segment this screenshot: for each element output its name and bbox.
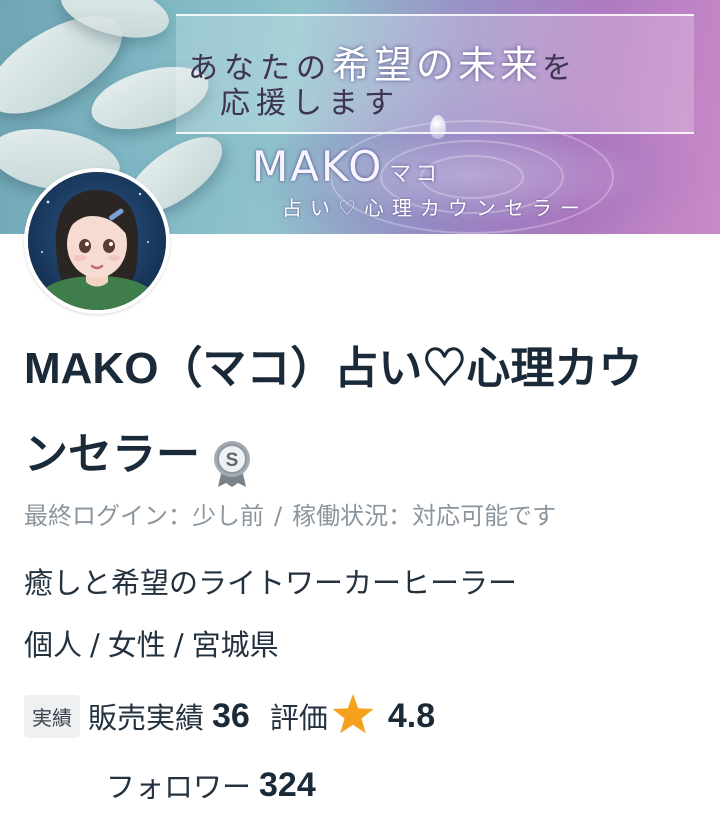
silver-rank-icon: S [214, 441, 250, 488]
avatar-illustration [28, 172, 166, 310]
sales-count: 36 [212, 696, 250, 735]
badge-letter: S [226, 450, 239, 471]
banner-brand: MAKO マコ [252, 142, 442, 191]
prefecture: 宮城県 [191, 628, 279, 662]
avatar[interactable] [24, 168, 170, 314]
separator: / [90, 628, 100, 662]
seller-rank-badge[interactable]: S [210, 432, 254, 488]
profile-name-text: MAKO（マコ）占い♡心理カウンセラー [24, 344, 643, 479]
login-status-line: 最終ログイン：少し前 / 稼働状況：対応可能です [24, 496, 556, 531]
followers-label: フォロワー [106, 770, 252, 804]
rating-value: 4.8 [387, 696, 436, 735]
sales-label: 販売実績 [88, 701, 205, 735]
star-icon [332, 694, 374, 738]
catchphrase: 癒しと希望のライトワーカーヒーラー [24, 566, 518, 600]
last-login: 最終ログイン：少し前 [24, 502, 264, 530]
separator: / [274, 502, 283, 530]
banner-subtitle: 占い♡心理カウンセラー [282, 196, 588, 220]
followers-row[interactable]: フォロワー 324 [106, 764, 336, 806]
gender: 女性 [107, 628, 166, 662]
achievement-chip: 実績 [24, 694, 80, 738]
seller-type: 個人 [24, 628, 83, 662]
profile-attributes: 個人 / 女性 / 宮城県 [24, 622, 279, 664]
stats-row: 実績 販売実績 36 評価 4.8 [24, 694, 455, 738]
profile-name: MAKO（マコ）占い♡心理カウンセラー S [24, 326, 674, 498]
rating-label: 評価 [269, 701, 328, 735]
availability-status: 稼働状況：対応可能です [292, 502, 557, 530]
followers-count: 324 [259, 765, 316, 804]
separator: / [173, 628, 184, 662]
banner-tagline-line2: 応援します [220, 86, 400, 121]
